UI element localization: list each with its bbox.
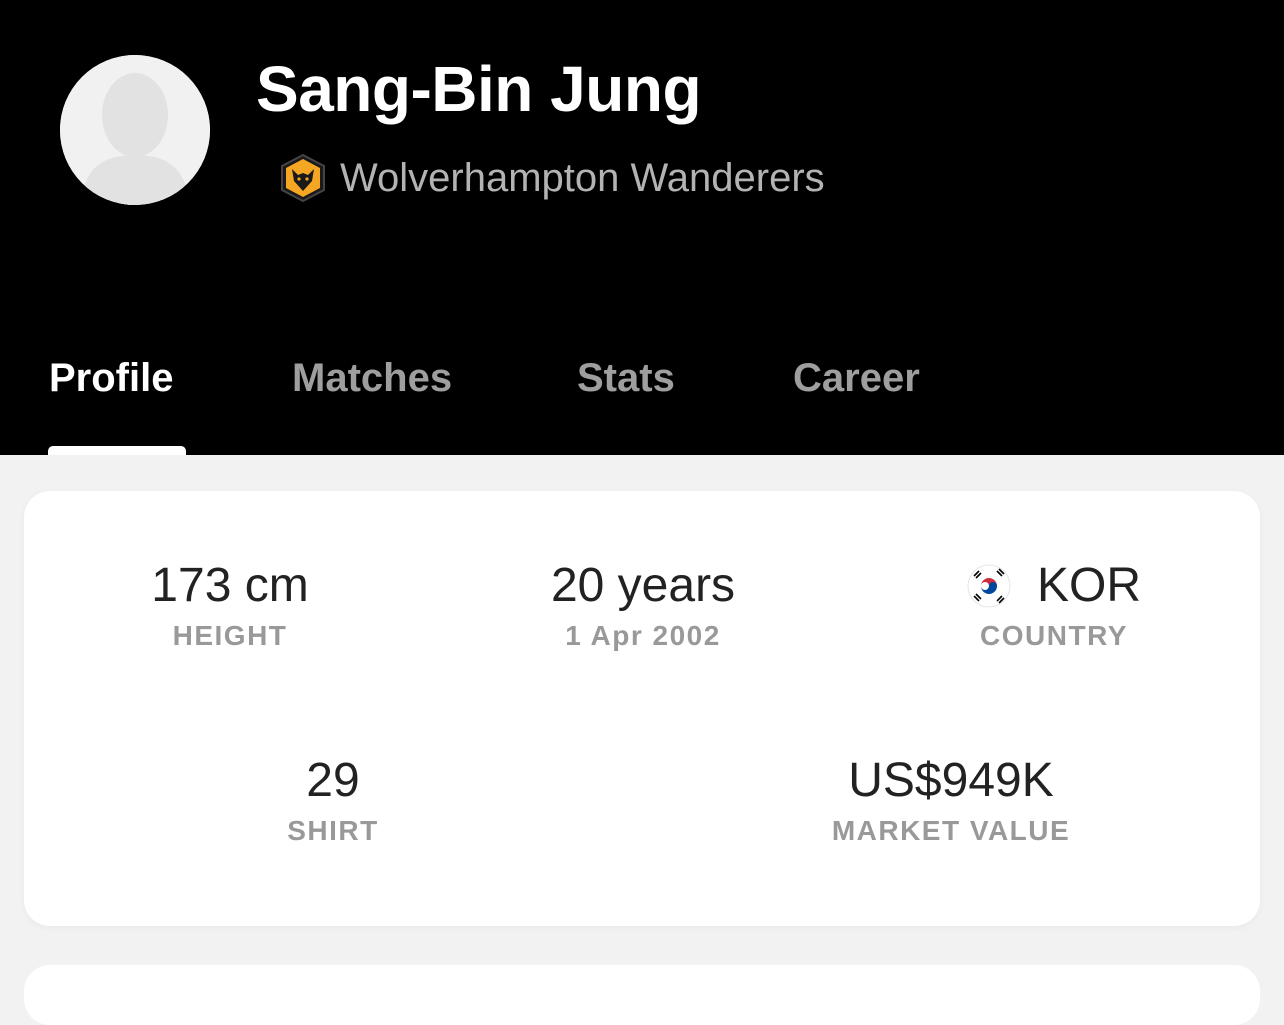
active-tab-indicator [48, 446, 186, 455]
player-header: Sang-Bin Jung Wolverhampton Wanderers Pr… [0, 0, 1284, 455]
shirt-label: SHIRT [287, 815, 379, 846]
south-korea-flag-icon [967, 564, 1011, 608]
player-avatar [60, 55, 210, 205]
age-value: 20 years [550, 559, 736, 612]
country-label: COUNTRY [980, 620, 1128, 651]
market-value-stat: US$949K MARKET VALUE [832, 753, 1070, 847]
wolves-crest-icon [281, 153, 325, 203]
height-label: HEIGHT [172, 620, 288, 651]
tab-bar: Profile Matches Stats Career [0, 350, 1284, 455]
country-value-row: KOR [967, 558, 1141, 614]
market-value-label: MARKET VALUE [831, 815, 1071, 846]
tab-profile[interactable]: Profile [49, 356, 173, 401]
avatar-placeholder-icon [60, 55, 210, 205]
tab-stats[interactable]: Stats [577, 356, 675, 401]
profile-info-card: 173 cm HEIGHT 20 years 1 Apr 2002 KOR CO… [24, 491, 1260, 926]
tab-matches[interactable]: Matches [292, 356, 452, 401]
age-stat: 20 years 1 Apr 2002 [551, 558, 735, 652]
tab-career[interactable]: Career [793, 356, 920, 401]
height-stat: 173 cm HEIGHT [151, 558, 308, 652]
birth-date: 1 Apr 2002 [565, 620, 721, 651]
height-value: 173 cm [151, 559, 309, 612]
country-stat: KOR COUNTRY [967, 558, 1141, 652]
team-name: Wolverhampton Wanderers [340, 155, 825, 200]
team-link[interactable]: Wolverhampton Wanderers [278, 152, 825, 204]
market-value: US$949K [848, 754, 1054, 807]
country-code: KOR [1036, 559, 1142, 612]
shirt-value: 29 [306, 754, 360, 807]
next-card [24, 965, 1260, 1025]
shirt-stat: 29 SHIRT [287, 753, 379, 847]
player-name: Sang-Bin Jung [256, 53, 702, 125]
